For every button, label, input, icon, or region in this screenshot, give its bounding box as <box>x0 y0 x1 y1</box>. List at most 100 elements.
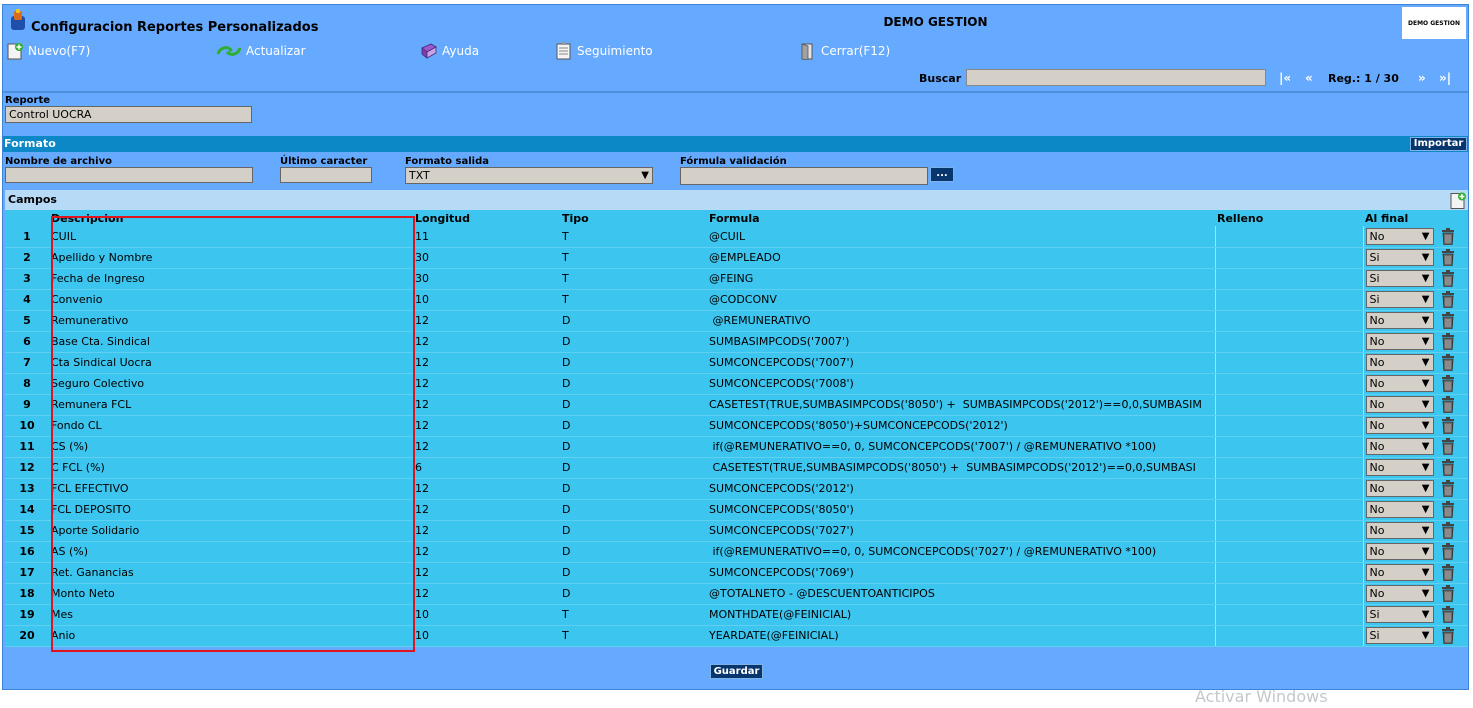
at-end-select[interactable]: No ▼ <box>1365 522 1434 539</box>
formula-cell[interactable]: @CUIL <box>707 226 1215 248</box>
type-cell[interactable]: D <box>560 541 707 563</box>
delete-row-icon[interactable] <box>1440 480 1456 498</box>
length-cell[interactable]: 12 <box>413 520 560 542</box>
formula-editor-button[interactable]: ... <box>930 167 954 182</box>
output-format-select[interactable]: TXT ▼ <box>405 167 653 184</box>
padding-cell[interactable] <box>1214 478 1364 500</box>
formula-cell[interactable]: SUMCONCEPCODS('7007') <box>707 352 1215 374</box>
formula-cell[interactable]: if(@REMUNERATIVO==0, 0, SUMCONCEPCODS('7… <box>707 541 1215 563</box>
type-cell[interactable]: D <box>560 499 707 521</box>
padding-cell[interactable] <box>1214 331 1364 353</box>
validation-formula-field[interactable] <box>680 167 928 185</box>
length-cell[interactable]: 10 <box>413 289 560 311</box>
length-cell[interactable]: 12 <box>413 583 560 605</box>
formula-cell[interactable]: CASETEST(TRUE,SUMBASIMPCODS('8050') + SU… <box>707 394 1215 416</box>
formula-cell[interactable]: SUMCONCEPCODS('7027') <box>707 520 1215 542</box>
delete-row-icon[interactable] <box>1440 606 1456 624</box>
description-cell[interactable]: Remunerativo <box>49 310 413 332</box>
delete-row-icon[interactable] <box>1440 375 1456 393</box>
type-cell[interactable]: D <box>560 520 707 542</box>
length-cell[interactable]: 12 <box>413 310 560 332</box>
delete-row-icon[interactable] <box>1440 417 1456 435</box>
type-cell[interactable]: D <box>560 457 707 479</box>
description-cell[interactable]: Apellido y Nombre <box>49 247 413 269</box>
type-cell[interactable]: T <box>560 268 707 290</box>
add-field-icon[interactable] <box>1448 191 1468 210</box>
type-cell[interactable]: T <box>560 625 707 647</box>
new-button[interactable]: Nuevo(F7) <box>5 42 90 60</box>
description-cell[interactable]: FCL DEPOSITO <box>49 499 413 521</box>
formula-cell[interactable]: SUMBASIMPCODS('7007') <box>707 331 1215 353</box>
type-cell[interactable]: D <box>560 478 707 500</box>
length-cell[interactable]: 30 <box>413 247 560 269</box>
delete-row-icon[interactable] <box>1440 501 1456 519</box>
at-end-select[interactable]: Si ▼ <box>1365 249 1434 266</box>
formula-cell[interactable]: MONTHDATE(@FEINICIAL) <box>707 604 1215 626</box>
length-cell[interactable]: 12 <box>413 352 560 374</box>
delete-row-icon[interactable] <box>1440 249 1456 267</box>
length-cell[interactable]: 12 <box>413 499 560 521</box>
padding-cell[interactable] <box>1214 499 1364 521</box>
at-end-select[interactable]: No ▼ <box>1365 312 1434 329</box>
length-cell[interactable]: 10 <box>413 625 560 647</box>
delete-row-icon[interactable] <box>1440 522 1456 540</box>
type-cell[interactable]: T <box>560 604 707 626</box>
description-cell[interactable]: Seguro Colectivo <box>49 373 413 395</box>
padding-cell[interactable] <box>1214 226 1364 248</box>
description-cell[interactable]: Monto Neto <box>49 583 413 605</box>
first-record-button[interactable]: |« <box>1279 71 1291 85</box>
padding-cell[interactable] <box>1214 541 1364 563</box>
description-cell[interactable]: Base Cta. Sindical <box>49 331 413 353</box>
length-cell[interactable]: 12 <box>413 373 560 395</box>
type-cell[interactable]: D <box>560 415 707 437</box>
delete-row-icon[interactable] <box>1440 459 1456 477</box>
padding-cell[interactable] <box>1214 289 1364 311</box>
description-cell[interactable]: C FCL (%) <box>49 457 413 479</box>
at-end-select[interactable]: No ▼ <box>1365 354 1434 371</box>
delete-row-icon[interactable] <box>1440 627 1456 645</box>
description-cell[interactable]: Convenio <box>49 289 413 311</box>
description-cell[interactable]: Ret. Ganancias <box>49 562 413 584</box>
description-cell[interactable]: CS (%) <box>49 436 413 458</box>
length-cell[interactable]: 12 <box>413 394 560 416</box>
delete-row-icon[interactable] <box>1440 585 1456 603</box>
padding-cell[interactable] <box>1214 583 1364 605</box>
length-cell[interactable]: 6 <box>413 457 560 479</box>
formula-cell[interactable]: @EMPLEADO <box>707 247 1215 269</box>
at-end-select[interactable]: No ▼ <box>1365 459 1434 476</box>
formula-cell[interactable]: if(@REMUNERATIVO==0, 0, SUMCONCEPCODS('7… <box>707 436 1215 458</box>
padding-cell[interactable] <box>1214 268 1364 290</box>
delete-row-icon[interactable] <box>1440 270 1456 288</box>
padding-cell[interactable] <box>1214 625 1364 647</box>
at-end-select[interactable]: No ▼ <box>1365 417 1434 434</box>
type-cell[interactable]: T <box>560 289 707 311</box>
padding-cell[interactable] <box>1214 520 1364 542</box>
at-end-select[interactable]: Si ▼ <box>1365 270 1434 287</box>
description-cell[interactable]: Fondo CL <box>49 415 413 437</box>
description-cell[interactable]: CUIL <box>49 226 413 248</box>
padding-cell[interactable] <box>1214 247 1364 269</box>
at-end-select[interactable]: Si ▼ <box>1365 291 1434 308</box>
padding-cell[interactable] <box>1214 604 1364 626</box>
description-cell[interactable]: Cta Sindical Uocra <box>49 352 413 374</box>
formula-cell[interactable]: SUMCONCEPCODS('8050') <box>707 499 1215 521</box>
delete-row-icon[interactable] <box>1440 333 1456 351</box>
at-end-select[interactable]: No ▼ <box>1365 501 1434 518</box>
help-button[interactable]: Ayuda <box>419 42 479 60</box>
at-end-select[interactable]: Si ▼ <box>1365 606 1434 623</box>
padding-cell[interactable] <box>1214 310 1364 332</box>
delete-row-icon[interactable] <box>1440 291 1456 309</box>
description-cell[interactable]: AS (%) <box>49 541 413 563</box>
at-end-select[interactable]: No ▼ <box>1365 396 1434 413</box>
type-cell[interactable]: D <box>560 310 707 332</box>
delete-row-icon[interactable] <box>1440 438 1456 456</box>
length-cell[interactable]: 12 <box>413 478 560 500</box>
formula-cell[interactable]: @TOTALNETO - @DESCUENTOANTICIPOS <box>707 583 1215 605</box>
at-end-select[interactable]: No ▼ <box>1365 375 1434 392</box>
description-cell[interactable]: Aporte Solidario <box>49 520 413 542</box>
at-end-select[interactable]: No ▼ <box>1365 480 1434 497</box>
previous-record-button[interactable]: « <box>1305 71 1313 85</box>
length-cell[interactable]: 12 <box>413 415 560 437</box>
description-cell[interactable]: Remunera FCL <box>49 394 413 416</box>
at-end-select[interactable]: No ▼ <box>1365 227 1434 245</box>
